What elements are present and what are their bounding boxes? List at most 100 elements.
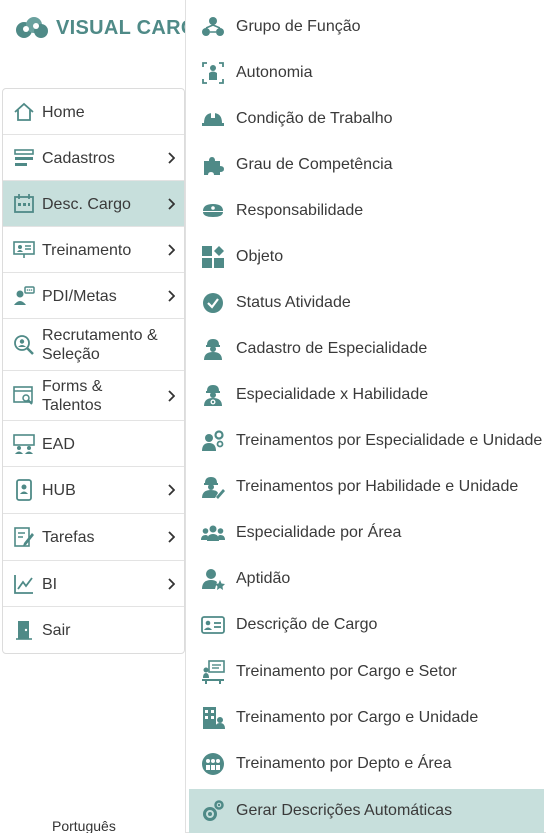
sidebar-item-label: Sair: [42, 622, 71, 639]
sidebar-item-label: HUB: [42, 482, 76, 499]
classroom-icon: [12, 432, 36, 456]
submenu-item-treinamentos-especialidade-unidade[interactable]: Treinamentos por Especialidade e Unidade: [189, 419, 544, 463]
submenu-item-gerar-descricoes[interactable]: Gerar Descrições Automáticas: [189, 789, 544, 833]
worker-edit-icon: [201, 475, 225, 499]
chevron-right-icon: [168, 484, 175, 496]
sidebar-item-label: Cadastros: [42, 150, 115, 167]
submenu-item-treinamento-cargo-unidade[interactable]: Treinamento por Cargo e Unidade: [189, 696, 544, 740]
submenu-item-especialidade-habilidade[interactable]: Especialidade x Habilidade: [189, 373, 544, 417]
list-icon: [12, 146, 36, 170]
sidebar-item-ead[interactable]: EAD: [3, 421, 184, 467]
user-star-icon: [201, 567, 225, 591]
submenu-item-label: Autonomia: [236, 64, 313, 81]
people-circle-icon: [201, 752, 225, 776]
sidebar-item-label: Tarefas: [42, 529, 95, 546]
chart-icon: [12, 572, 36, 596]
chevron-right-icon: [168, 244, 175, 256]
sidebar: Home Cadastros Desc. Cargo Treinamento P…: [2, 88, 185, 654]
submenu-item-label: Aptidão: [236, 570, 291, 587]
phone-person-icon: [12, 478, 36, 502]
sidebar-item-label: Desc. Cargo: [42, 196, 131, 213]
chevron-right-icon: [168, 531, 175, 543]
chevron-right-icon: [168, 390, 175, 402]
submenu-item-label: Objeto: [236, 248, 284, 265]
submenu-item-label: Treinamento por Cargo e Setor: [236, 663, 457, 680]
submenu-item-label: Grau de Competência: [236, 156, 393, 173]
user-gears-icon: [201, 429, 225, 453]
sidebar-item-label: BI: [42, 576, 58, 593]
submenu-item-treinamento-cargo-setor[interactable]: Treinamento por Cargo e Setor: [189, 650, 544, 694]
sidebar-item-cadastros[interactable]: Cadastros: [3, 135, 184, 181]
check-circle-icon: [201, 291, 225, 315]
person-chat-icon: [12, 284, 36, 308]
submenu-item-objeto[interactable]: Objeto: [189, 235, 544, 279]
submenu-item-label: Responsabilidade: [236, 202, 364, 219]
submenu-item-treinamento-depto-area[interactable]: Treinamento por Depto e Área: [189, 742, 544, 786]
sidebar-item-sair[interactable]: Sair: [3, 607, 184, 653]
sidebar-item-bi[interactable]: BI: [3, 561, 184, 607]
submenu-item-responsabilidade[interactable]: Responsabilidade: [189, 189, 544, 233]
edit-doc-icon: [12, 525, 36, 549]
hardhat-icon: [201, 107, 225, 131]
sidebar-item-label: Forms & Talentos: [42, 378, 103, 414]
sidebar-item-label: Home: [42, 104, 85, 121]
submenu-item-label: Condição de Trabalho: [236, 110, 393, 127]
sidebar-item-label: PDI/Metas: [42, 288, 117, 305]
submenu-item-label: Grupo de Função: [236, 18, 361, 35]
submenu-item-grupo-funcao[interactable]: Grupo de Função: [189, 5, 544, 49]
submenu-item-label: Gerar Descrições Automáticas: [236, 802, 453, 819]
browser-search-icon: [12, 384, 36, 408]
language-selector[interactable]: Português: [52, 818, 116, 833]
chevron-right-icon: [168, 290, 175, 302]
submenu-desc-cargo: Grupo de Função Autonomia Condição de Tr…: [185, 0, 546, 833]
search-person-icon: [12, 333, 36, 357]
id-card-icon: [201, 613, 225, 637]
submenu-item-status-atividade[interactable]: Status Atividade: [189, 281, 544, 325]
submenu-item-condicao-trabalho[interactable]: Condição de Trabalho: [189, 97, 544, 141]
exit-door-icon: [12, 618, 36, 642]
calendar-icon: [12, 192, 36, 216]
submenu-item-label: Treinamento por Depto e Área: [236, 755, 452, 772]
sidebar-item-hub[interactable]: HUB: [3, 467, 184, 514]
sidebar-item-pdi-metas[interactable]: PDI/Metas: [3, 273, 184, 319]
submenu-item-label: Especialidade por Área: [236, 524, 402, 541]
submenu-item-label: Cadastro de Especialidade: [236, 340, 428, 357]
submenu-item-aptidao[interactable]: Aptidão: [189, 557, 544, 601]
cap-icon: [201, 199, 225, 223]
submenu-item-descricao-cargo[interactable]: Descrição de Cargo: [189, 603, 544, 647]
submenu-item-label: Especialidade x Habilidade: [236, 386, 429, 403]
sidebar-item-tarefas[interactable]: Tarefas: [3, 514, 184, 561]
sidebar-item-forms-talentos[interactable]: Forms & Talentos: [3, 371, 184, 421]
submenu-item-label: Treinamentos por Especialidade e Unidade: [236, 432, 543, 449]
submenu-item-autonomia[interactable]: Autonomia: [189, 51, 544, 95]
sidebar-item-label: Recrutamento & Seleção: [42, 327, 158, 363]
submenu-item-label: Descrição de Cargo: [236, 616, 378, 633]
sidebar-item-label: Treinamento: [42, 242, 132, 259]
submenu-item-treinamentos-habilidade-unidade[interactable]: Treinamentos por Habilidade e Unidade: [189, 465, 544, 509]
building-user-icon: [201, 706, 225, 730]
chevron-right-icon: [168, 152, 175, 164]
submenu-item-grau-competencia[interactable]: Grau de Competência: [189, 143, 544, 187]
sidebar-item-treinamento[interactable]: Treinamento: [3, 227, 184, 273]
sidebar-item-desc-cargo[interactable]: Desc. Cargo: [3, 181, 184, 227]
chevron-right-icon: [168, 578, 175, 590]
shapes-icon: [201, 245, 225, 269]
brand-logo[interactable]: VISUAL CARGO: [14, 14, 213, 42]
presentation-icon: [12, 238, 36, 262]
logo-icon: [16, 17, 48, 38]
chevron-right-icon: [168, 198, 175, 210]
submenu-item-cadastro-especialidade[interactable]: Cadastro de Especialidade: [189, 327, 544, 371]
worker-gear-icon: [201, 383, 225, 407]
puzzle-icon: [201, 153, 225, 177]
gears-icon: [201, 799, 225, 823]
users-icon: [201, 521, 225, 545]
submenu-item-label: Treinamento por Cargo e Unidade: [236, 709, 479, 726]
submenu-item-especialidade-area[interactable]: Especialidade por Área: [189, 511, 544, 555]
home-icon: [12, 100, 36, 124]
teacher-board-icon: [201, 660, 225, 684]
sidebar-item-recrutamento[interactable]: Recrutamento & Seleção: [3, 319, 184, 371]
sidebar-item-home[interactable]: Home: [3, 89, 184, 135]
submenu-item-label: Treinamentos por Habilidade e Unidade: [236, 478, 519, 495]
group-icon: [201, 15, 225, 39]
submenu-item-label: Status Atividade: [236, 294, 351, 311]
